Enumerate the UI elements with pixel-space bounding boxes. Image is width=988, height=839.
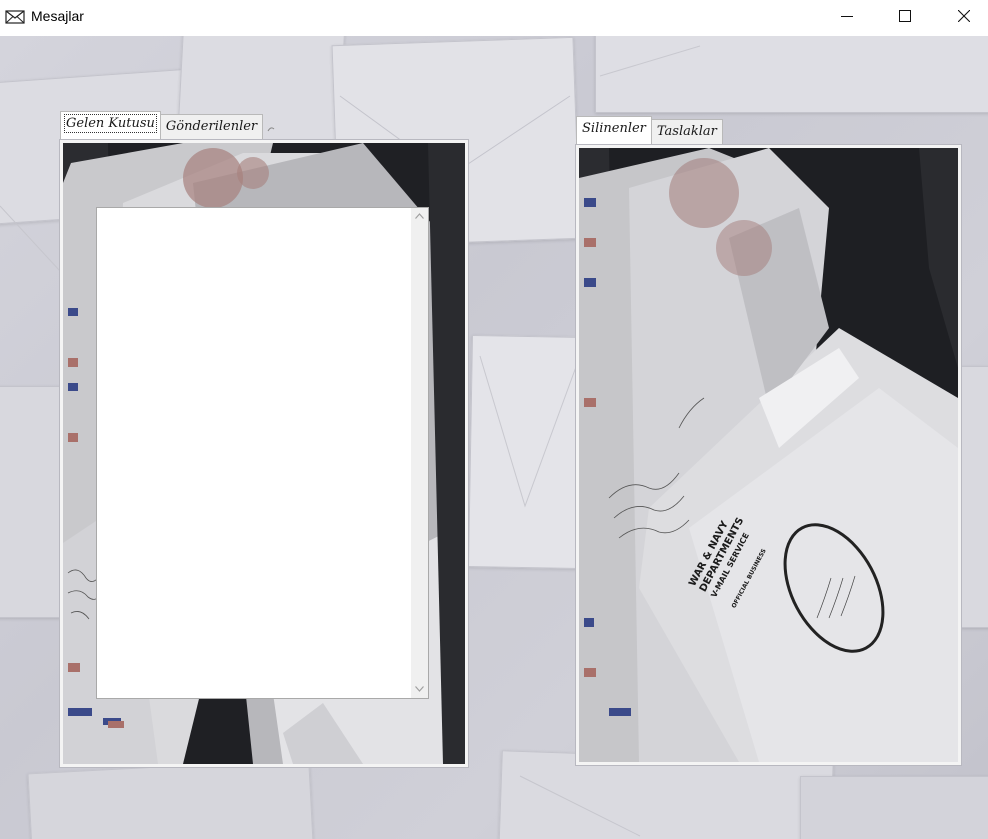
tab-sent-label: Gönderilenler: [165, 119, 258, 134]
tab-scroll-arrow-icon: [267, 127, 275, 132]
inbox-list-scrollbar[interactable]: [411, 208, 428, 698]
title-bar[interactable]: Mesajlar: [0, 0, 988, 36]
tab-deleted[interactable]: Silinenler: [576, 116, 652, 144]
tab-deleted-label: Silinenler: [582, 121, 646, 136]
minimize-button[interactable]: [819, 0, 877, 34]
tab-drafts[interactable]: Taslaklar: [650, 119, 723, 144]
chevron-down-icon: [415, 686, 424, 692]
war-navy-letters-photo: WAR & NAVY DEPARTMENTS V-MAIL SERVICE OF…: [579, 148, 958, 762]
scroll-up-button[interactable]: [411, 208, 428, 225]
maximize-icon: [899, 10, 911, 22]
tab-drafts-label: Taslaklar: [656, 124, 717, 139]
scroll-down-button[interactable]: [411, 681, 428, 698]
window-title: Mesajlar: [31, 8, 84, 24]
tab-scroll-arrow[interactable]: [262, 119, 276, 139]
envelope-icon: [5, 9, 25, 25]
tab-inbox[interactable]: Gelen Kutusu: [60, 111, 161, 139]
tab-inbox-label: Gelen Kutusu: [64, 114, 157, 133]
minimize-icon: [841, 16, 853, 17]
inbox-tab-strip: Gelen Kutusu Gönderilenler: [60, 111, 276, 139]
chevron-up-icon: [415, 213, 424, 219]
form-background: Gelen Kutusu Gönderilenler Silinenler Ta…: [0, 36, 988, 839]
inbox-tab-page: [60, 140, 468, 767]
inbox-message-list[interactable]: [96, 207, 429, 699]
trash-tab-strip: Silinenler Taslaklar: [576, 116, 723, 144]
close-icon: [958, 10, 970, 22]
close-button[interactable]: [936, 0, 988, 34]
tab-sent[interactable]: Gönderilenler: [159, 114, 264, 139]
deleted-tab-page: WAR & NAVY DEPARTMENTS V-MAIL SERVICE OF…: [576, 145, 961, 765]
maximize-button[interactable]: [877, 0, 935, 34]
